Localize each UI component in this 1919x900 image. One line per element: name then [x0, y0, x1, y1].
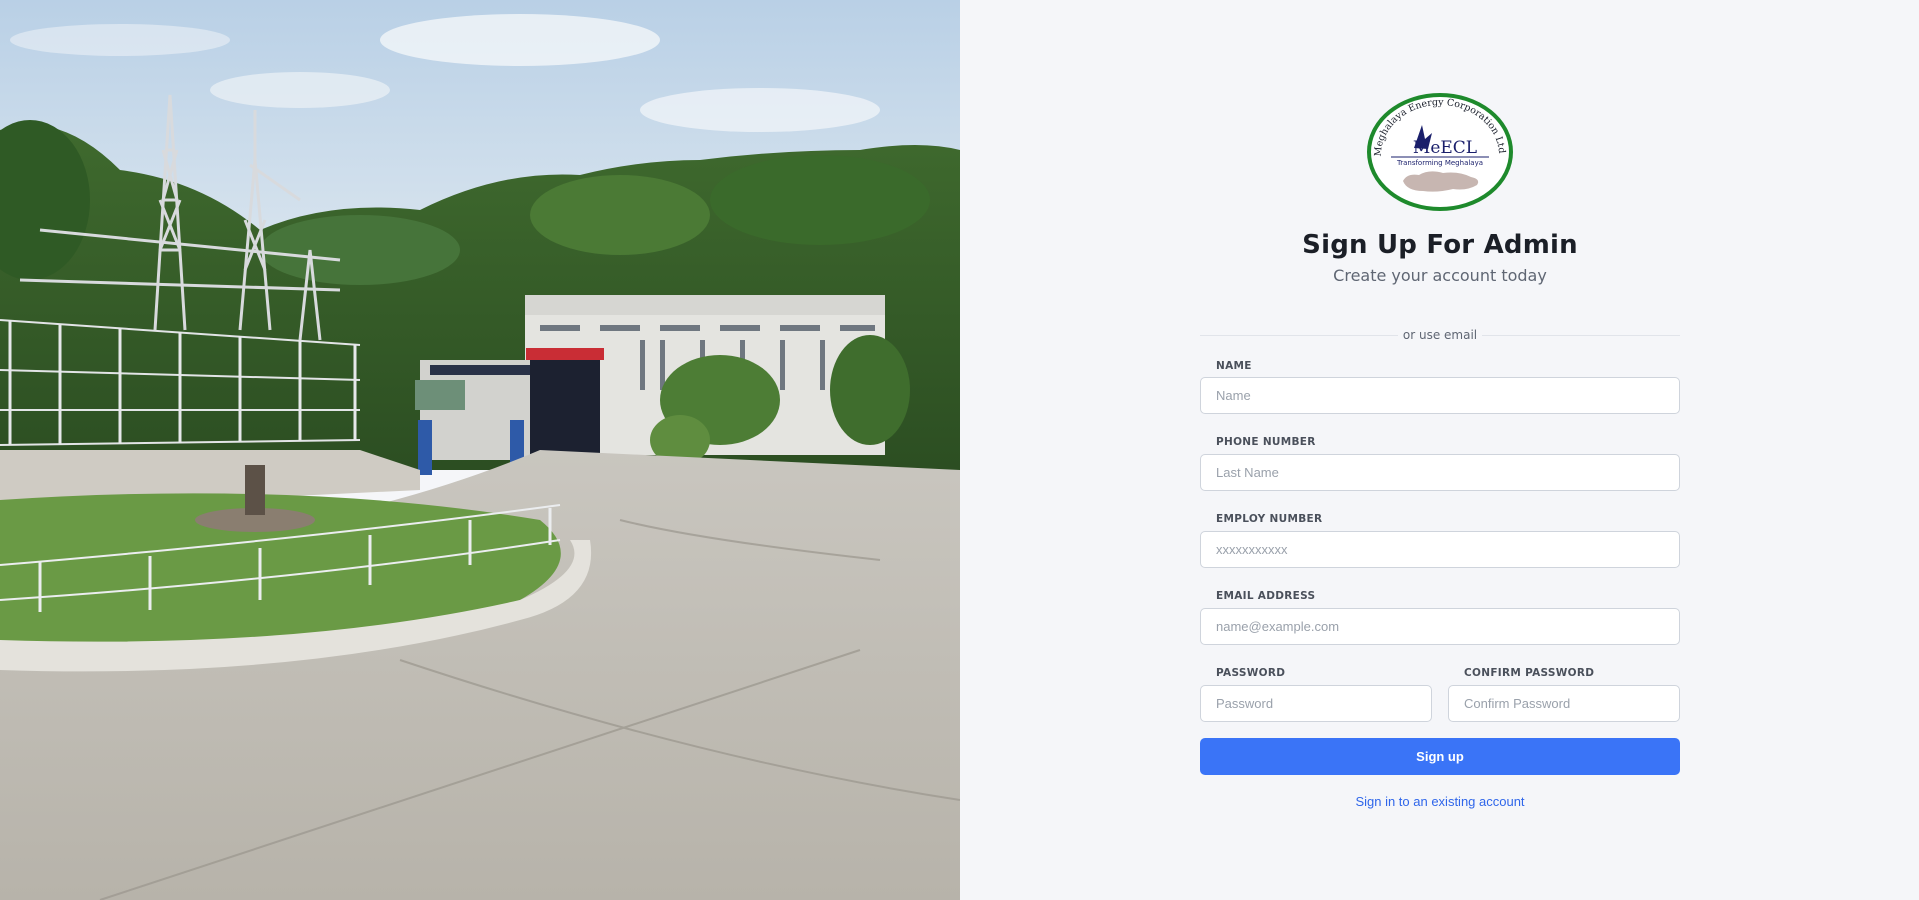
- signup-page: Meghalaya Energy Corporation Ltd. MeECL …: [0, 0, 1919, 900]
- password-input[interactable]: [1200, 685, 1432, 722]
- password-label: PASSWORD: [1216, 667, 1286, 679]
- confirm-password-input[interactable]: [1448, 685, 1680, 722]
- or-divider: or use email: [1200, 327, 1680, 343]
- employ-number-label: EMPLOY NUMBER: [1216, 513, 1323, 525]
- svg-text:Transforming Meghalaya: Transforming Meghalaya: [1396, 159, 1483, 167]
- name-label: NAME: [1216, 360, 1252, 372]
- email-input[interactable]: [1200, 608, 1680, 645]
- divider-line-right: [1482, 335, 1680, 336]
- page-subtitle: Create your account today: [1333, 266, 1547, 285]
- page-title: Sign Up For Admin: [1302, 230, 1578, 260]
- name-input[interactable]: [1200, 377, 1680, 414]
- svg-text:MeECL: MeECL: [1413, 138, 1477, 158]
- confirm-password-label: CONFIRM PASSWORD: [1464, 667, 1595, 679]
- email-label: EMAIL ADDRESS: [1216, 590, 1316, 602]
- sign-in-link[interactable]: Sign in to an existing account: [1200, 794, 1680, 809]
- signup-panel: Meghalaya Energy Corporation Ltd. MeECL …: [960, 0, 1919, 900]
- sign-up-button[interactable]: Sign up: [1200, 738, 1680, 775]
- phone-input[interactable]: [1200, 454, 1680, 491]
- hero-photo: [0, 0, 960, 900]
- employ-number-input[interactable]: [1200, 531, 1680, 568]
- phone-label: PHONE NUMBER: [1216, 436, 1316, 448]
- meecl-logo: Meghalaya Energy Corporation Ltd. MeECL …: [1367, 93, 1513, 211]
